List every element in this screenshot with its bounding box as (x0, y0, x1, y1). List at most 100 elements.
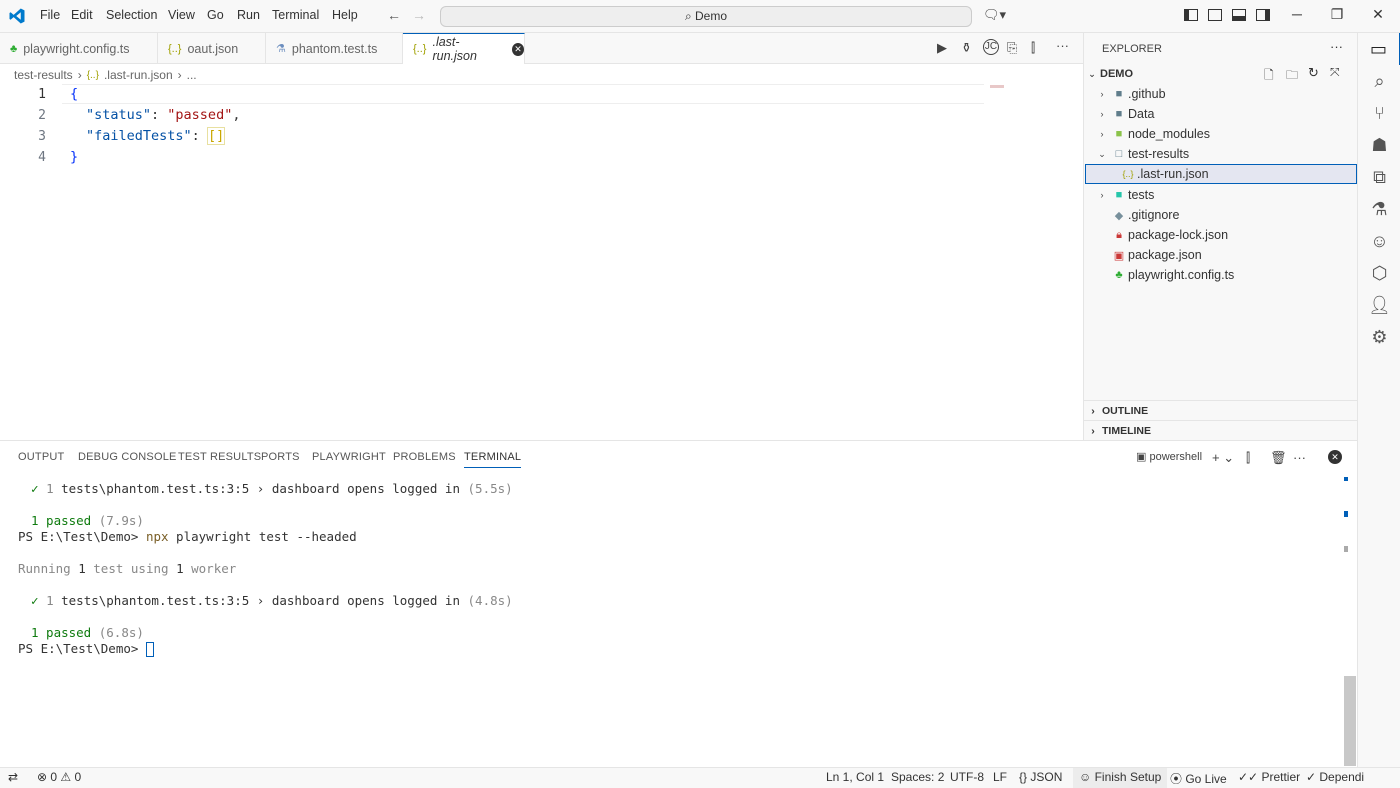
close-panel-icon[interactable]: ✕ (1328, 450, 1342, 464)
breadcrumb-folder[interactable]: test-results (14, 68, 73, 82)
tab-phantom-test[interactable]: ⚗ phantom.test.ts (266, 33, 403, 64)
tab-debug-console[interactable]: DEBUG CONSOLE (78, 451, 177, 463)
terminal-line: PS E:\Test\Demo> npx playwright test --h… (18, 529, 357, 544)
terminal-line: 1 passed (6.8s) (31, 625, 144, 640)
menu-selection[interactable]: Selection (106, 8, 157, 22)
menu-go[interactable]: Go (207, 8, 224, 22)
timeline-section[interactable]: › TIMELINE (1084, 420, 1358, 440)
folder-open-icon: □ (1115, 148, 1123, 160)
menu-terminal[interactable]: Terminal (272, 8, 319, 22)
tree-item-package-json[interactable]: ▣ package.json (1084, 245, 1358, 265)
copilot-chat-icon[interactable]: 🗨▾ (983, 7, 1006, 23)
explorer-files-icon[interactable]: ▭ (1358, 33, 1400, 65)
breadcrumb-more[interactable]: ... (187, 68, 197, 82)
double-check-icon: ✓✓ (1238, 770, 1262, 784)
tab-test-results[interactable]: TEST RESULTS (178, 451, 261, 463)
menu-help[interactable]: Help (332, 8, 358, 22)
search-icon[interactable]: ⌕ (1358, 65, 1400, 97)
tree-item-github[interactable]: › ■ .github (1084, 84, 1358, 104)
menu-file[interactable]: File (40, 8, 60, 22)
terminal-shell-selector[interactable]: ▣ powershell (1136, 450, 1202, 463)
restore-icon[interactable]: ❐ (1327, 6, 1347, 23)
gear-icon[interactable]: ⚙ (1358, 321, 1400, 353)
end-of-line[interactable]: LF (993, 770, 1007, 784)
extensions-icon[interactable]: ⧉ (1358, 161, 1400, 193)
outline-section[interactable]: › OUTLINE (1084, 400, 1358, 420)
tab-oaut-json[interactable]: {..} oaut.json (158, 33, 266, 64)
search-label: Demo (695, 9, 728, 23)
toggle-secondary-sidebar-icon[interactable] (1256, 9, 1270, 21)
folder-node-icon: ■ (1115, 128, 1123, 140)
split-editor-icon[interactable]: ⫿ (1031, 40, 1035, 56)
breadcrumb-file[interactable]: .last-run.json (104, 68, 173, 82)
toggle-primary-sidebar-icon[interactable] (1184, 9, 1198, 21)
tab-output[interactable]: OUTPUT (18, 451, 64, 463)
run-debug-icon[interactable]: ☗ (1358, 129, 1400, 161)
flask-run-icon[interactable]: ⚱ (961, 40, 972, 56)
refresh-icon[interactable]: ↻ (1308, 65, 1319, 81)
tab-terminal[interactable]: TERMINAL (464, 451, 522, 468)
more-actions-icon[interactable]: ··· (1293, 450, 1306, 465)
back-arrow-icon[interactable]: ← (387, 7, 401, 23)
remote-explorer-icon[interactable]: ⬡ (1358, 257, 1400, 289)
menu-run[interactable]: Run (237, 8, 260, 22)
copilot-icon[interactable]: ☺ (1358, 225, 1400, 257)
terminal-scrollbar[interactable] (1344, 676, 1356, 766)
terminal-prompt[interactable]: PS E:\Test\Demo> (18, 641, 154, 657)
tab-playwright[interactable]: PLAYWRIGHT (312, 451, 386, 463)
new-terminal-icon[interactable]: + ⌄ (1212, 450, 1234, 466)
tree-item-playwright-config[interactable]: ♣ playwright.config.ts (1084, 265, 1358, 285)
more-actions-icon[interactable]: ··· (1056, 38, 1069, 53)
tab-problems[interactable]: PROBLEMS (393, 451, 456, 463)
menu-edit[interactable]: Edit (71, 8, 93, 22)
more-actions-icon[interactable]: ··· (1330, 39, 1343, 54)
dependi-button[interactable]: ✓ Dependi (1306, 770, 1364, 784)
toggle-panel-icon[interactable] (1232, 9, 1246, 21)
remote-indicator-icon[interactable]: ⇄ (8, 770, 18, 784)
testing-icon[interactable]: ⚗ (1358, 193, 1400, 225)
cursor-position[interactable]: Ln 1, Col 1 (826, 770, 884, 784)
jc-icon[interactable]: JC (983, 39, 999, 55)
finish-setup-button[interactable]: ☺ Finish Setup (1073, 768, 1168, 788)
tab-last-run-json[interactable]: {..} .last-run.json ✕ (403, 33, 525, 64)
tab-playwright-config[interactable]: ♣ playwright.config.ts (0, 33, 158, 64)
go-live-button[interactable]: ⦿ Go Live (1170, 770, 1227, 787)
tab-label: phantom.test.ts (291, 41, 378, 56)
chevron-down-icon: ⌄ (1098, 148, 1106, 159)
trash-icon[interactable]: 🗑︎ (1270, 450, 1287, 466)
tree-item-package-lock[interactable]: 🔒︎ package-lock.json (1084, 225, 1358, 245)
open-changes-icon[interactable]: ⎘ (1007, 40, 1017, 56)
collapse-all-icon[interactable]: ⤧ (1330, 65, 1340, 80)
minimize-icon[interactable]: ─ (1287, 6, 1307, 22)
close-tab-icon[interactable]: ✕ (512, 42, 524, 56)
prettier-button[interactable]: ✓✓ Prettier (1238, 770, 1300, 784)
check-icon: ✓ (1306, 770, 1320, 784)
tree-item-test-results[interactable]: ⌄ □ test-results (1084, 144, 1358, 164)
editor-tab-bar: ♣ playwright.config.ts {..} oaut.json ⚗ pha… (0, 33, 1083, 64)
forward-arrow-icon[interactable]: → (412, 7, 426, 23)
line-number: 1 (38, 87, 46, 102)
run-icon[interactable]: ▶ (937, 40, 947, 56)
accounts-icon[interactable]: 👤︎ (1358, 289, 1400, 321)
close-window-icon[interactable]: ✕ (1368, 6, 1388, 23)
split-terminal-icon[interactable]: ⫿ (1246, 450, 1250, 466)
tree-item-last-run-json[interactable]: {..} .last-run.json (1085, 164, 1357, 184)
tree-item-gitignore[interactable]: ◆ .gitignore (1084, 205, 1358, 225)
tree-item-tests[interactable]: › ■ tests (1084, 185, 1358, 205)
problems-indicator[interactable]: ⊗ 0 ⚠ 0 (37, 770, 81, 784)
command-center-search[interactable]: ⌕ Demo (440, 6, 972, 27)
encoding[interactable]: UTF-8 (950, 770, 984, 784)
minimap[interactable] (990, 85, 1004, 88)
code-editor[interactable]: 1 2 3 4 { "status": "passed", "failedTes… (0, 84, 1083, 440)
folder-icon: ■ (1115, 108, 1123, 120)
source-control-icon[interactable]: ⑂ (1358, 97, 1400, 129)
vscode-logo-icon[interactable] (8, 7, 26, 25)
toggle-panel-off-icon[interactable] (1208, 9, 1222, 21)
tree-item-data[interactable]: › ■ Data (1084, 104, 1358, 124)
tab-ports[interactable]: PORTS (261, 451, 300, 463)
language-mode[interactable]: {} JSON (1019, 770, 1062, 784)
menu-view[interactable]: View (168, 8, 195, 22)
tree-item-node-modules[interactable]: › ■ node_modules (1084, 124, 1358, 144)
indentation[interactable]: Spaces: 2 (891, 770, 944, 784)
error-icon: ⊗ (37, 770, 51, 784)
